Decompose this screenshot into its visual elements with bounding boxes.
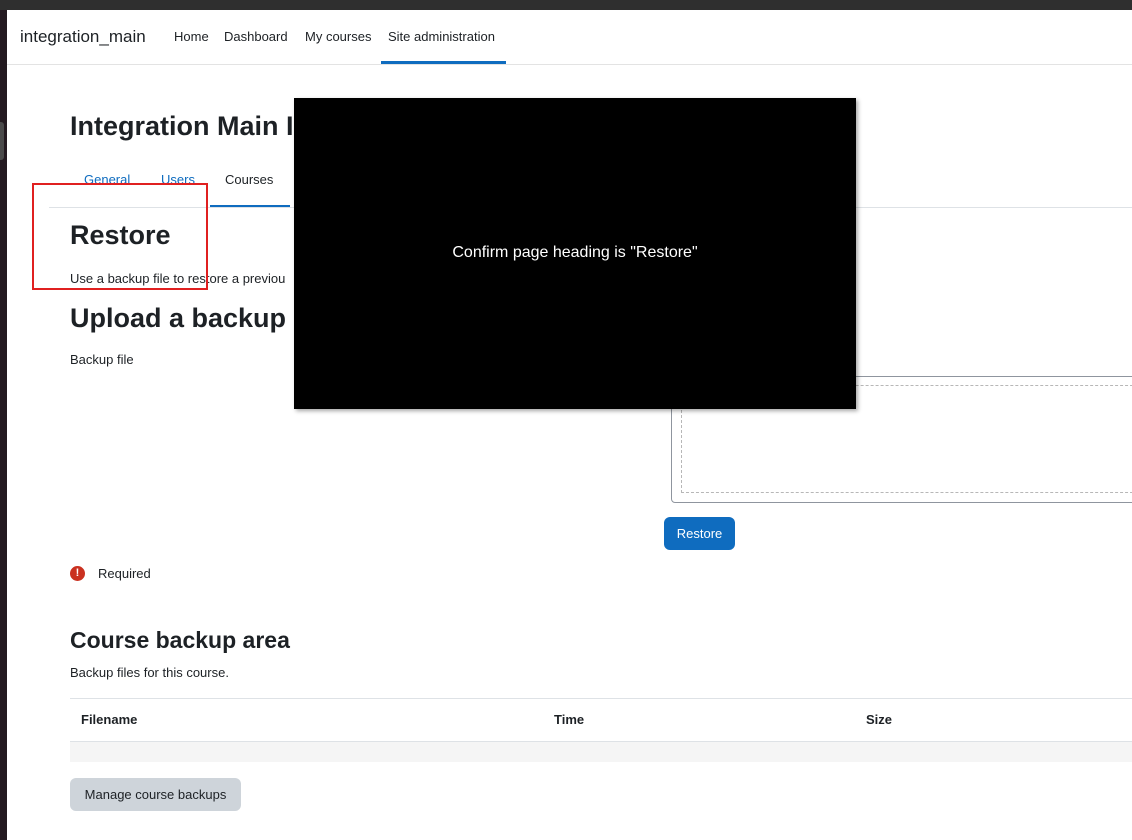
nav-home[interactable]: Home: [174, 29, 209, 44]
manage-course-backups-button[interactable]: Manage course backups: [70, 778, 241, 811]
upload-backup-heading: Upload a backup: [70, 303, 287, 333]
nav-site-administration[interactable]: Site administration: [388, 29, 495, 44]
annotation-overlay: Confirm page heading is "Restore": [294, 98, 856, 409]
overlay-message: Confirm page heading is "Restore": [452, 244, 698, 261]
column-header-filename: Filename: [81, 712, 138, 727]
backup-table-top-border: [70, 698, 1132, 699]
top-navbar: integration_main Home Dashboard My cours…: [7, 10, 1132, 65]
tab-courses[interactable]: Courses: [225, 172, 273, 187]
required-exclamation-icon: !: [70, 566, 85, 581]
table-row: [70, 742, 1132, 762]
nav-my-courses[interactable]: My courses: [305, 29, 371, 44]
course-backup-area-heading: Course backup area: [70, 627, 290, 653]
column-header-time: Time: [554, 712, 585, 727]
window-top-bar: [0, 0, 1132, 10]
page-viewport: integration_main Home Dashboard My cours…: [7, 10, 1132, 840]
course-backup-area-description: Backup files for this course.: [70, 665, 229, 680]
column-header-size: Size: [866, 712, 893, 727]
required-label: Required: [98, 566, 151, 581]
heading-highlight-box: [32, 183, 208, 290]
site-brand[interactable]: integration_main: [20, 27, 146, 47]
side-handle[interactable]: [0, 122, 4, 160]
page-title: Integration Main I: [70, 111, 294, 141]
restore-button[interactable]: Restore: [664, 517, 735, 550]
nav-active-indicator: [381, 61, 506, 64]
nav-dashboard[interactable]: Dashboard: [224, 29, 288, 44]
backup-file-label: Backup file: [70, 352, 134, 367]
